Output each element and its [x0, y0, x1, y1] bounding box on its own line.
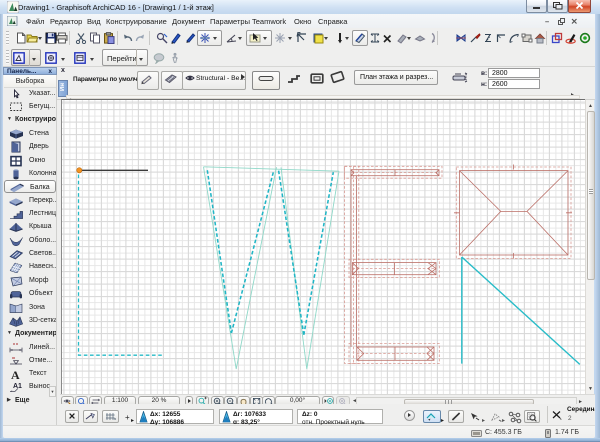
svg-text:A: A: [11, 368, 20, 380]
